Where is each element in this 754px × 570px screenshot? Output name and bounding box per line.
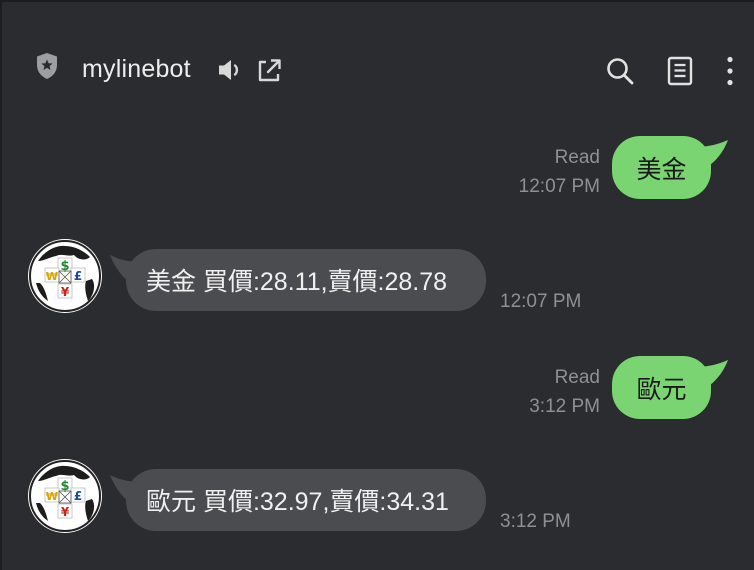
yen-symbol: ¥: [61, 285, 70, 299]
yen-symbol: ¥: [61, 505, 70, 519]
shield-star-icon: [35, 52, 59, 85]
dollar-symbol: $: [60, 259, 69, 274]
read-status: Read: [554, 147, 600, 168]
dollar-symbol: $: [60, 479, 69, 494]
outgoing-bubble[interactable]: 美金: [612, 136, 711, 199]
won-symbol: ₩: [46, 270, 58, 283]
outgoing-bubble[interactable]: 歐元: [612, 356, 711, 419]
message-time: 3:12 PM: [500, 511, 571, 532]
message-time: 12:07 PM: [518, 176, 600, 197]
message-meta: Read 12:07 PM: [480, 143, 600, 201]
chat-header: mylinebot: [0, 40, 754, 100]
incoming-bubble[interactable]: 美金 買價:28.11,賣價:28.78: [126, 249, 486, 311]
search-icon[interactable]: [605, 56, 635, 91]
notes-icon[interactable]: [666, 56, 694, 91]
pound-symbol: £: [74, 269, 82, 283]
message-time: 3:12 PM: [529, 396, 600, 417]
top-border: [0, 0, 754, 2]
message-time: 12:07 PM: [500, 291, 582, 312]
incoming-bubble[interactable]: 歐元 買價:32.97,賣價:34.31: [126, 469, 486, 531]
speaker-icon[interactable]: [216, 57, 244, 88]
pound-symbol: £: [74, 489, 82, 503]
won-symbol: ₩: [46, 490, 58, 503]
read-status: Read: [554, 367, 600, 388]
external-link-icon[interactable]: [255, 57, 283, 90]
chat-title: mylinebot: [82, 55, 191, 83]
currency-globe-avatar[interactable]: $ ₩ £ ¥: [28, 459, 102, 533]
currency-globe-avatar[interactable]: $ ₩ £ ¥: [28, 239, 102, 313]
message-meta: Read 3:12 PM: [480, 363, 600, 421]
more-vertical-icon[interactable]: [725, 56, 735, 91]
